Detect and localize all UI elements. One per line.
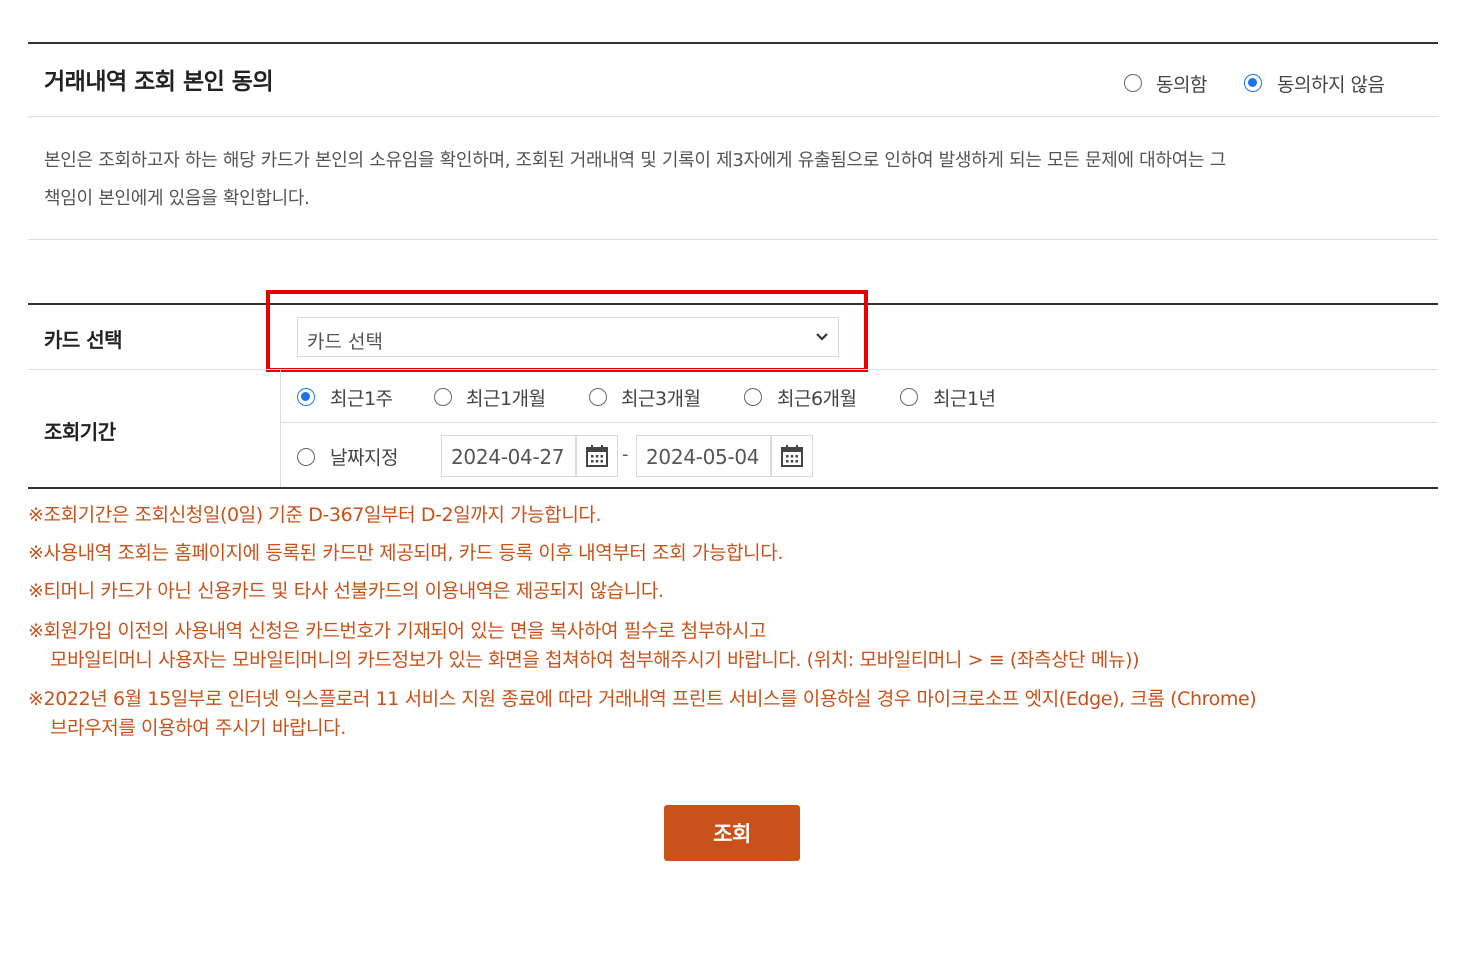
end-date-value: 2024-05-04 bbox=[646, 445, 760, 469]
custom-date-radio[interactable] bbox=[297, 448, 315, 466]
top-divider bbox=[28, 42, 1438, 44]
end-date-calendar-button[interactable] bbox=[771, 435, 813, 477]
date-separator: - bbox=[622, 444, 629, 465]
disagree-radio[interactable] bbox=[1244, 74, 1262, 92]
note-ie-end-cont: 브라우저를 이용하여 주시기 바랍니다. bbox=[50, 717, 346, 739]
custom-date-label[interactable]: 날짜지정 bbox=[330, 443, 398, 470]
period-label-1month[interactable]: 최근1개월 bbox=[466, 384, 546, 411]
period-label: 조회기간 bbox=[44, 420, 116, 444]
period-label-3month[interactable]: 최근3개월 bbox=[621, 384, 701, 411]
note-registered-card: ※사용내역 조회는 홈페이지에 등록된 카드만 제공되며, 카드 등록 이후 내… bbox=[28, 542, 783, 564]
search-button[interactable]: 조회 bbox=[664, 805, 800, 861]
consent-notice: 본인은 조회하고자 하는 해당 카드가 본인의 소유임을 확인하며, 조회된 거… bbox=[44, 142, 1434, 218]
start-date-value: 2024-04-27 bbox=[451, 445, 565, 469]
note-pre-signup-cont: 모바일티머니 사용자는 모바일티머니의 카드정보가 있는 화면을 첩쳐하여 첨부… bbox=[50, 649, 1140, 671]
period-label-1year[interactable]: 최근1년 bbox=[933, 384, 996, 411]
period-inner-divider bbox=[281, 422, 1438, 423]
note-other-cards: ※티머니 카드가 아닌 신용카드 및 타사 선불카드의 이용내역은 제공되지 않… bbox=[28, 580, 664, 602]
period-label-6month[interactable]: 최근6개월 bbox=[777, 384, 857, 411]
note-period: ※조회기간은 조회신청일(0일) 기준 D-367일부터 D-2일까지 가능합니… bbox=[28, 504, 602, 526]
agree-radio[interactable] bbox=[1124, 74, 1142, 92]
consent-notice-line2: 책임이 본인에게 있음을 확인합니다. bbox=[44, 188, 310, 209]
period-radio-1week[interactable] bbox=[297, 388, 315, 406]
agree-label[interactable]: 동의함 bbox=[1156, 70, 1207, 97]
notice-divider bbox=[28, 239, 1438, 240]
note-ie-end: ※2022년 6월 15일부로 인터넷 익스플로러 11 서비스 지원 종료에 … bbox=[28, 688, 1257, 710]
note-pre-signup: ※회원가입 이전의 사용내역 신청은 카드번호가 기재되어 있는 면을 복사하여… bbox=[28, 620, 767, 642]
card-select-label: 카드 선택 bbox=[44, 328, 123, 352]
disagree-label[interactable]: 동의하지 않음 bbox=[1277, 70, 1385, 97]
calendar-icon bbox=[781, 445, 803, 467]
card-select-highlight bbox=[266, 290, 868, 372]
calendar-icon bbox=[586, 445, 608, 467]
period-radio-1year[interactable] bbox=[900, 388, 918, 406]
start-date-input[interactable]: 2024-04-27 bbox=[441, 435, 576, 477]
period-label-1week[interactable]: 최근1주 bbox=[330, 384, 393, 411]
consent-divider bbox=[28, 116, 1438, 117]
period-radio-3month[interactable] bbox=[589, 388, 607, 406]
consent-title: 거래내역 조회 본인 동의 bbox=[44, 69, 274, 95]
consent-notice-line1: 본인은 조회하고자 하는 해당 카드가 본인의 소유임을 확인하며, 조회된 거… bbox=[44, 150, 1226, 171]
end-date-input[interactable]: 2024-05-04 bbox=[636, 435, 771, 477]
period-label-divider bbox=[280, 370, 281, 488]
period-radio-6month[interactable] bbox=[744, 388, 762, 406]
period-radio-1month[interactable] bbox=[434, 388, 452, 406]
row-divider bbox=[28, 369, 1438, 370]
form-bottom-divider bbox=[28, 487, 1438, 489]
start-date-calendar-button[interactable] bbox=[576, 435, 618, 477]
